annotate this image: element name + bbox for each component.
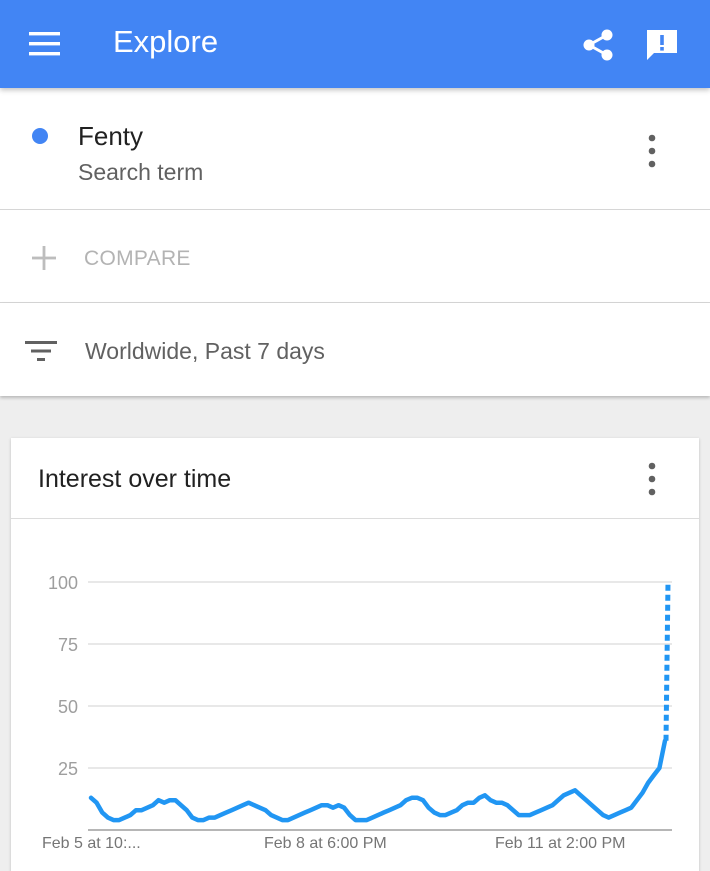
feedback-button[interactable] [643, 26, 681, 64]
search-term-name: Fenty [78, 121, 144, 151]
card-more-button[interactable] [640, 460, 664, 500]
page-title: Explore [113, 24, 219, 59]
search-term-type: Search term [78, 159, 204, 185]
compare-row[interactable]: COMPARE [0, 210, 710, 303]
share-icon [583, 29, 613, 61]
card-title: Interest over time [38, 465, 232, 493]
top-app-bar: Explore [0, 0, 710, 88]
more-vert-icon [648, 462, 656, 496]
filter-summary: Worldwide, Past 7 days [85, 338, 325, 364]
filter-row[interactable]: Worldwide, Past 7 days [0, 303, 710, 396]
filter-icon [25, 341, 57, 361]
menu-button[interactable] [28, 30, 62, 58]
card-header: Interest over time [11, 438, 699, 519]
menu-icon [29, 32, 60, 56]
more-vert-icon [648, 134, 656, 168]
explore-screen: Explore Fenty Search term COMPARE Worldw… [0, 0, 710, 871]
feedback-icon [647, 30, 677, 60]
interest-over-time-card: Interest over time [11, 438, 699, 871]
term-color-dot [32, 128, 48, 144]
plus-icon [32, 246, 56, 270]
compare-button[interactable]: COMPARE [84, 246, 191, 272]
share-button[interactable] [580, 26, 618, 64]
search-term-row[interactable]: Fenty Search term [0, 88, 710, 210]
term-more-button[interactable] [640, 132, 664, 172]
